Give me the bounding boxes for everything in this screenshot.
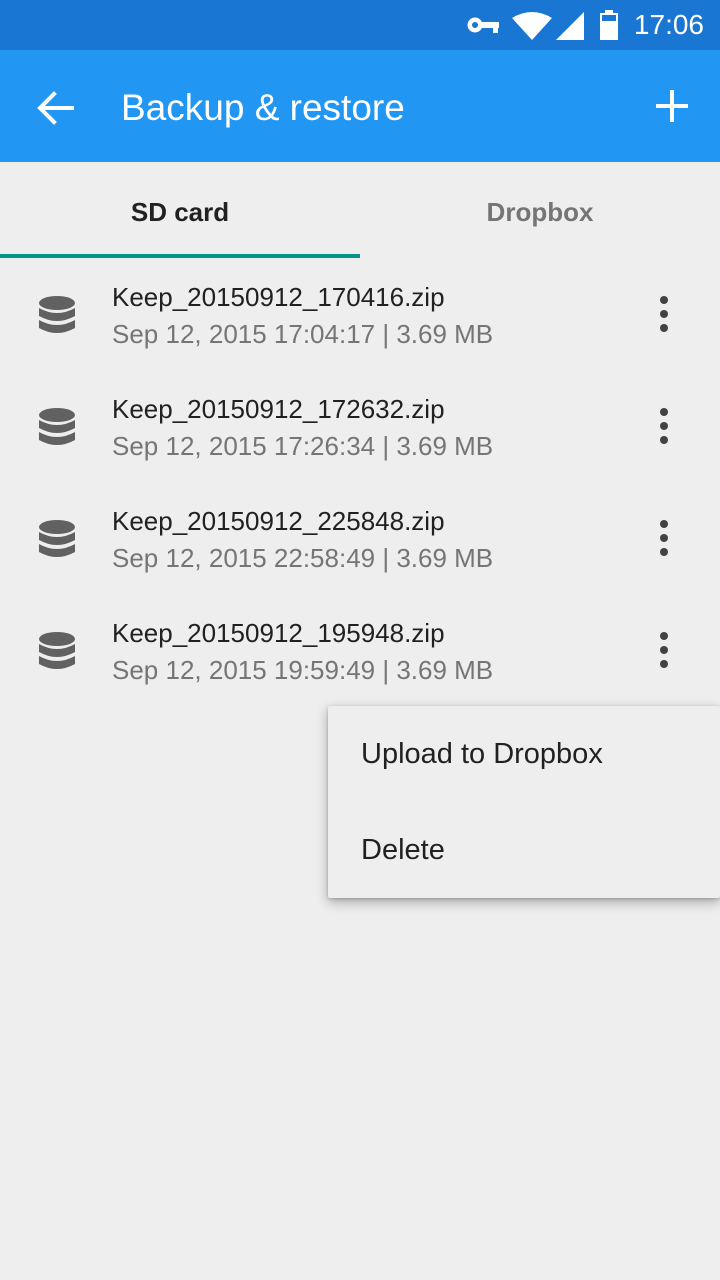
list-item[interactable]: Keep_20150912_170416.zip Sep 12, 2015 17… — [0, 258, 720, 370]
backup-file-name: Keep_20150912_170416.zip — [112, 282, 445, 312]
more-vert-icon[interactable] — [650, 406, 678, 446]
backup-file-meta: Sep 12, 2015 17:04:17 | 3.69 MB — [112, 319, 494, 349]
backup-file-meta: Sep 12, 2015 17:26:34 | 3.69 MB — [112, 431, 494, 461]
database-icon — [39, 520, 75, 557]
menu-item-upload-to-dropbox[interactable]: Upload to Dropbox — [328, 706, 720, 802]
signal-icon — [556, 12, 584, 40]
menu-item-delete[interactable]: Delete — [328, 802, 720, 898]
database-icon — [39, 408, 75, 445]
status-bar: 17:06 — [0, 0, 720, 50]
key-icon — [467, 17, 499, 33]
backup-file-name: Keep_20150912_172632.zip — [112, 394, 445, 424]
tab-bar: SD card Dropbox — [0, 162, 720, 258]
more-vert-icon[interactable] — [650, 630, 678, 670]
backup-file-name: Keep_20150912_225848.zip — [112, 506, 445, 536]
backup-file-meta: Sep 12, 2015 22:58:49 | 3.69 MB — [112, 543, 494, 573]
battery-icon — [600, 10, 618, 40]
status-time: 17:06 — [633, 9, 704, 40]
app-bar: Backup & restore — [0, 50, 720, 162]
list-item[interactable]: Keep_20150912_195948.zip Sep 12, 2015 19… — [0, 594, 720, 706]
context-menu: Upload to Dropbox Delete — [328, 706, 720, 898]
database-icon — [39, 632, 75, 669]
more-vert-icon[interactable] — [650, 294, 678, 334]
list-item[interactable]: Keep_20150912_172632.zip Sep 12, 2015 17… — [0, 370, 720, 482]
list-item[interactable]: Keep_20150912_225848.zip Sep 12, 2015 22… — [0, 482, 720, 594]
backup-file-meta: Sep 12, 2015 19:59:49 | 3.69 MB — [112, 655, 494, 685]
tab-sd-card[interactable]: SD card — [0, 162, 360, 258]
tab-dropbox[interactable]: Dropbox — [360, 162, 720, 258]
backup-list: Keep_20150912_170416.zip Sep 12, 2015 17… — [0, 258, 720, 706]
wifi-icon — [512, 12, 552, 40]
page-title: Backup & restore — [121, 87, 405, 128]
plus-icon[interactable] — [654, 88, 690, 124]
database-icon — [39, 296, 75, 333]
more-vert-icon[interactable] — [650, 518, 678, 558]
arrow-back-icon[interactable] — [36, 88, 76, 128]
backup-file-name: Keep_20150912_195948.zip — [112, 618, 445, 648]
